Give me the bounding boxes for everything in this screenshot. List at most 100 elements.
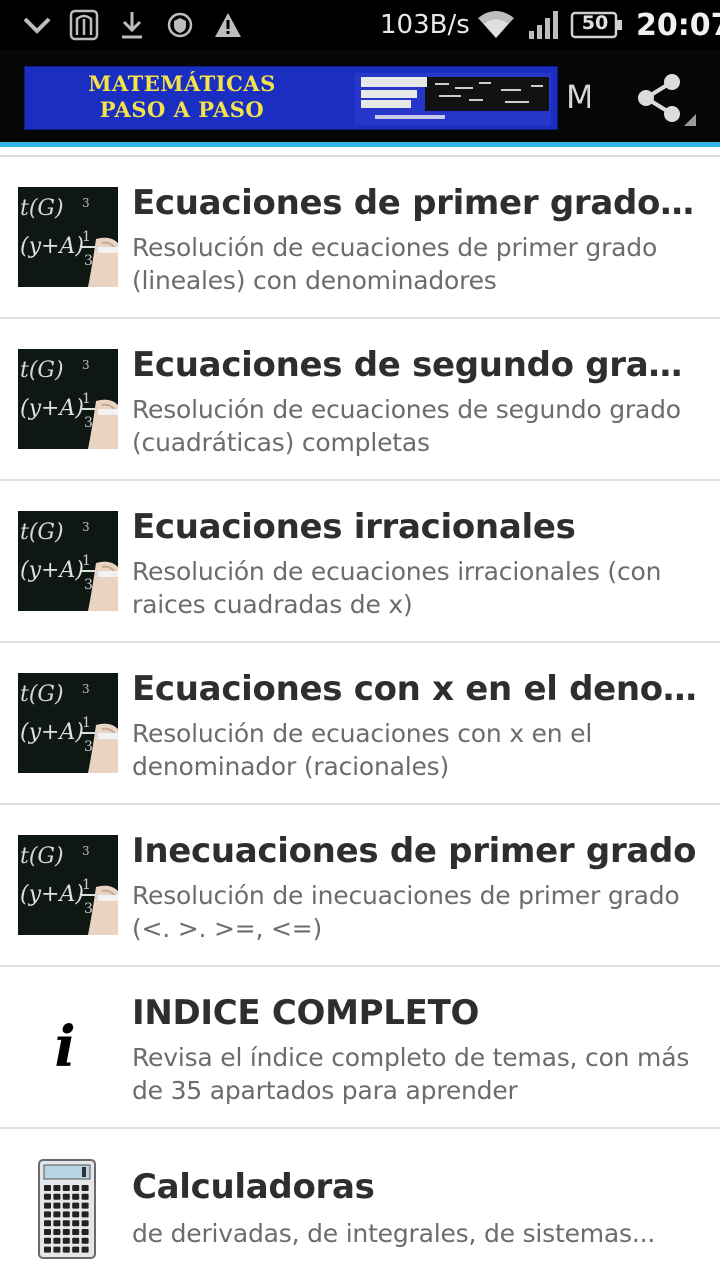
svg-text:1: 1 (82, 229, 91, 245)
svg-text:(y+A): (y+A) (20, 558, 84, 583)
calculator-key (44, 1185, 51, 1191)
calculator-key (53, 1202, 61, 1209)
svg-text:3: 3 (82, 196, 90, 210)
chalkboard-image: t(G) 3(y+A)13 (18, 835, 118, 935)
list-item-subtitle: Resolución de ecuaciones de primer grado… (132, 233, 658, 295)
battery-icon: 50 (570, 8, 626, 42)
list-item-title: INDICE COMPLETO (132, 993, 480, 1033)
list-item-title: Ecuaciones de segundo grado completas (132, 345, 702, 385)
list-item[interactable]: t(G) 3 (y+A) 1 3 Ecuaciones irracionales Res… (0, 481, 720, 643)
share-icon (638, 74, 696, 126)
svg-text:(y+A): (y+A) (20, 396, 84, 421)
svg-text:3: 3 (82, 844, 90, 858)
banner-title-line-1: MATEMÁTICAS (88, 71, 276, 96)
shield-icon (166, 8, 194, 42)
calculator-key (62, 1220, 70, 1227)
calculator-key (81, 1202, 89, 1209)
svg-text:3: 3 (84, 577, 93, 593)
chalkboard-image: t(G) 3(y+A)13 (18, 187, 118, 287)
calculator-key (72, 1220, 80, 1227)
app-banner-logo[interactable]: MATEMÁTICAS PASO A PASO (24, 66, 558, 130)
calculator-key (81, 1211, 89, 1218)
list-item-index[interactable]: i INDICE COMPLETO Revisa el índice compl… (0, 967, 720, 1129)
list-item-title: Ecuaciones con x en el denominador (132, 669, 702, 709)
calculator-key (44, 1229, 51, 1235)
list-item-subtitle: Resolución de ecuaciones de segundo grad… (132, 395, 681, 457)
svg-text:(y+A): (y+A) (20, 882, 84, 907)
network-speed: 103B/s (380, 10, 470, 40)
calculator-key (44, 1220, 51, 1227)
chevron-down-icon (20, 8, 54, 42)
svg-text:t(G): t(G) (20, 682, 64, 707)
calculator-key (72, 1229, 80, 1235)
signal-icon (526, 8, 562, 42)
action-bar: MATEMÁTICAS PASO A PASO M (0, 50, 720, 142)
calculator-key (53, 1237, 61, 1244)
svg-text:1: 1 (82, 877, 91, 893)
list-item-calculators[interactable]: Calculadoras de derivadas, de integrales… (0, 1129, 720, 1280)
calculator-key (81, 1220, 89, 1227)
banner-title-line-2: PASO A PASO (99, 97, 265, 122)
list-item[interactable]: t(G) 3 (y+A) 1 3 Ecuaciones de primer grado … (0, 157, 720, 319)
calculator-key (53, 1229, 61, 1235)
chalkboard-thumbnail: t(G) 3 (y+A) 1 3 (18, 511, 118, 611)
calculator-key (72, 1185, 80, 1191)
calculator-key (62, 1229, 70, 1235)
svg-text:3: 3 (82, 682, 90, 696)
calculator-key (72, 1193, 80, 1200)
calculator-key (62, 1193, 70, 1200)
info-icon: i (54, 1014, 76, 1080)
svg-text:1: 1 (82, 715, 91, 731)
list-item[interactable]: t(G) 3 (y+A) 1 3 Inecuaciones de primer grad… (0, 805, 720, 967)
list-item-subtitle: Resolución de ecuaciones irracionales (c… (132, 557, 662, 619)
calculator-key (44, 1237, 51, 1244)
chalkboard-image: t(G) 3(y+A)13 (18, 511, 118, 611)
svg-text:3: 3 (84, 739, 93, 755)
svg-text:(y+A): (y+A) (20, 234, 84, 259)
calculator-key (81, 1193, 89, 1200)
list-item-title: Ecuaciones de primer grado con denominad… (132, 183, 702, 223)
battery-level: 50 (581, 12, 609, 34)
calculator-key (53, 1185, 61, 1191)
list-item-subtitle: de derivadas, de integrales, de sistemas… (132, 1219, 656, 1248)
chalkboard-thumbnail: t(G) 3 (y+A) 1 3 (18, 835, 118, 935)
svg-text:1: 1 (82, 553, 91, 569)
svg-text:1: 1 (82, 391, 91, 407)
list-item[interactable]: t(G) 3 (y+A) 1 3 Ecuaciones de segundo grado… (0, 319, 720, 481)
calculator-key (72, 1202, 80, 1209)
svg-text:t(G): t(G) (20, 844, 64, 869)
svg-text:3: 3 (82, 358, 90, 372)
calculator-key (44, 1193, 51, 1200)
notification-app-icon (68, 8, 100, 42)
calculator-key (62, 1185, 70, 1191)
svg-text:t(G): t(G) (20, 358, 64, 383)
clock: 20:07 (636, 8, 720, 43)
calculator-key (62, 1211, 70, 1218)
calculator-key (72, 1211, 80, 1218)
calculator-key (62, 1202, 70, 1209)
calculator-icon (38, 1159, 96, 1259)
list-item-title: Inecuaciones de primer grado (132, 831, 697, 871)
svg-text:3: 3 (84, 415, 93, 431)
calculator-key (53, 1193, 61, 1200)
chalkboard-image: t(G) 3(y+A)13 (18, 673, 118, 773)
calculator-key (62, 1246, 70, 1253)
share-button[interactable] (630, 70, 696, 126)
calculator-key (44, 1202, 51, 1209)
svg-text:3: 3 (82, 520, 90, 534)
list-item[interactable]: t(G) 3 (y+A) 1 3 Ecuaciones con x en el deno… (0, 643, 720, 805)
formula-thumbnail (355, 73, 551, 125)
calculator-key (44, 1246, 51, 1253)
list-item-title: Calculadoras (132, 1167, 375, 1207)
calculator-key (53, 1246, 61, 1253)
calculator-key (81, 1185, 89, 1191)
chalkboard-image: t(G) 3(y+A)13 (18, 349, 118, 449)
warning-icon (212, 8, 244, 42)
status-bar: 103B/s 50 20:07 (0, 0, 720, 50)
svg-text:3: 3 (84, 253, 93, 269)
svg-text:t(G): t(G) (20, 196, 64, 221)
svg-text:(y+A): (y+A) (20, 720, 84, 745)
calculator-key (81, 1229, 89, 1235)
wifi-icon (476, 8, 516, 42)
calculator-key (81, 1237, 89, 1244)
